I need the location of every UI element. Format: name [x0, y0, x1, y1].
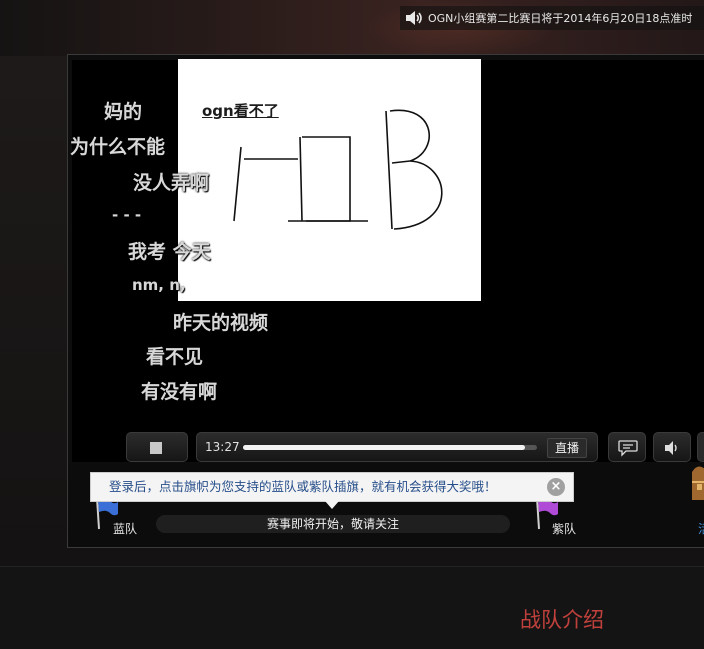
- treasure-chest-icon[interactable]: [690, 462, 704, 502]
- announcement-text: OGN小组赛第二比赛日将于2014年6月20日18点准时: [428, 12, 693, 25]
- danmaku-comment: 我考 今天: [128, 241, 211, 263]
- blue-team-label: 蓝队: [113, 522, 138, 536]
- danmaku-comment: 妈的: [104, 101, 143, 123]
- danmaku-comment: ogn看不了: [202, 102, 279, 120]
- live-button[interactable]: 直播: [547, 438, 587, 458]
- top-banner: OGN小组赛第二比赛日将于2014年6月20日18点准时: [0, 0, 704, 56]
- stop-icon: [150, 442, 162, 454]
- danmaku-comment: 为什么不能: [70, 136, 166, 158]
- close-icon[interactable]: ×: [547, 478, 565, 496]
- current-time: 13:27: [205, 440, 240, 454]
- danmaku-comment: 没人弄啊: [133, 172, 210, 194]
- progress-bar[interactable]: [243, 445, 537, 450]
- match-status: 赛事即将开始，敬请关注: [156, 515, 510, 533]
- tooltip-arrow: [325, 501, 339, 509]
- announcement-ticker[interactable]: OGN小组赛第二比赛日将于2014年6月20日18点准时: [400, 6, 704, 30]
- progress-fill: [243, 445, 526, 450]
- login-tip-tooltip: 登录后，点击旗帜为您支持的蓝队或紫队插旗，就有机会获得大奖哦！ ×: [90, 472, 574, 509]
- hand-drawn-hb-image: [233, 109, 443, 230]
- volume-button[interactable]: [653, 432, 691, 462]
- progress-control: 13:27 直播: [196, 432, 598, 462]
- danmaku-toggle-button[interactable]: [608, 432, 646, 462]
- danmaku-comment: 有没有啊: [141, 381, 218, 403]
- stop-button[interactable]: [126, 432, 188, 462]
- purple-team-label: 紫队: [552, 522, 577, 536]
- danmaku-comment: 昨天的视频: [173, 312, 269, 334]
- event-link[interactable]: 活: [698, 520, 704, 537]
- chat-bubble-icon: [618, 440, 638, 457]
- fullscreen-button[interactable]: [697, 432, 704, 462]
- volume-icon: [665, 441, 677, 455]
- danmaku-comment: - - -: [112, 206, 142, 224]
- whiteboard-drawing: [178, 59, 481, 301]
- team-intro-tab[interactable]: 战队介绍: [520, 604, 604, 634]
- login-tip-text: 登录后，点击旗帜为您支持的蓝队或紫队插旗，就有机会获得大奖哦！: [109, 479, 497, 494]
- danmaku-comment: nm, n,: [132, 276, 186, 294]
- speaker-icon: [406, 11, 422, 25]
- danmaku-comment: 看不见: [146, 346, 204, 368]
